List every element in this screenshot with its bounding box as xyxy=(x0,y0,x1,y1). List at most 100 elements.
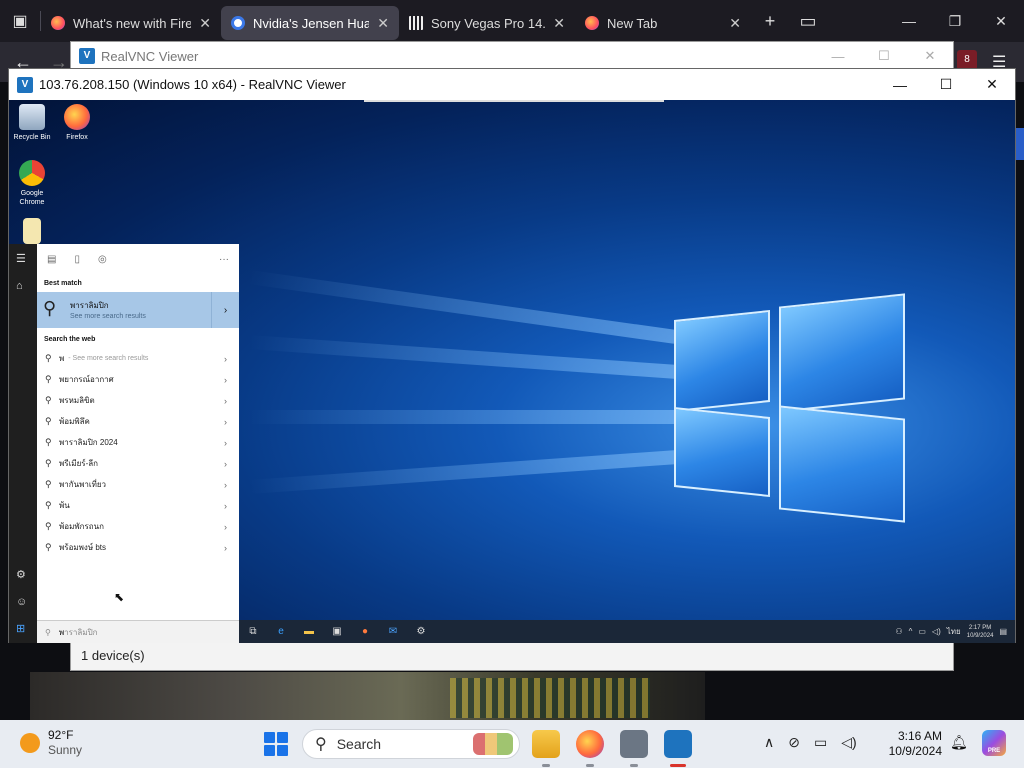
close-icon[interactable]: ✕ xyxy=(729,15,741,32)
mail-icon[interactable]: ✉ xyxy=(379,620,407,643)
system-clock[interactable]: 3:16 AM 10/9/2024 xyxy=(884,729,942,759)
weather-widget[interactable]: 92°F Sunny xyxy=(20,728,82,758)
language-icon[interactable]: ไทย xyxy=(947,625,961,638)
web-filter-icon[interactable]: ◎ xyxy=(98,254,107,265)
close-window-button[interactable]: ✕ xyxy=(978,0,1024,42)
restore-button[interactable]: ❐ xyxy=(932,0,978,42)
tab-nvidia[interactable]: Nvidia's Jensen Huang ✕ xyxy=(221,6,399,40)
display-icon[interactable]: ▭ xyxy=(814,734,827,751)
firefox-icon[interactable]: ● xyxy=(351,620,379,643)
list-item[interactable]: ⚲ พรีเมียร์-ลีก › xyxy=(37,453,239,474)
list-item[interactable]: ⚲ พ้น › xyxy=(37,495,239,516)
search-icon: ⚲ xyxy=(45,353,52,363)
notifications-icon[interactable]: ▤ xyxy=(999,627,1007,636)
tab-whats-new[interactable]: What's new with Firefox ✕ xyxy=(41,6,221,40)
search-icon: ⚲ xyxy=(45,458,52,468)
network-off-icon[interactable]: ⊘ xyxy=(788,734,800,751)
list-item[interactable]: ⚲ พร้อมพงษ์ bts › xyxy=(37,537,239,558)
windows-logo-pane xyxy=(674,406,770,498)
list-item[interactable]: ⚲ พ้อมพิลึค › xyxy=(37,411,239,432)
search-icon: ⚲ xyxy=(45,521,52,531)
home-icon[interactable]: ⌂ xyxy=(16,280,23,292)
list-item[interactable]: ⚲ พ้อมพักรถนก › xyxy=(37,516,239,537)
chevron-up-icon[interactable]: ^ xyxy=(909,627,913,636)
copilot-icon[interactable]: PRE xyxy=(982,730,1006,756)
close-icon[interactable]: ✕ xyxy=(199,15,211,32)
people-icon[interactable]: ⚇ xyxy=(895,627,902,636)
chevron-up-icon[interactable]: ∧ xyxy=(764,734,774,751)
file-explorer-taskbar-icon[interactable] xyxy=(532,730,560,758)
close-button[interactable]: ✕ xyxy=(969,69,1015,100)
user-icon[interactable]: ☺ xyxy=(16,596,27,608)
window-titlebar[interactable]: V 103.76.208.150 (Windows 10 x64) - Real… xyxy=(9,69,1015,100)
chevron-right-icon: › xyxy=(224,542,227,553)
settings-icon[interactable]: ⚙ xyxy=(16,568,26,581)
more-options-icon[interactable]: ··· xyxy=(219,254,229,265)
maximize-button[interactable]: ☐ xyxy=(923,69,969,100)
best-match-item[interactable]: ⚲ พาราลิมปิก See more search results › xyxy=(37,292,239,328)
tab-new-tab[interactable]: New Tab ✕ xyxy=(575,6,751,40)
windows-search-panel: ▤ ▯ ◎ ··· Best match ⚲ พาราลิมปิก See mo… xyxy=(37,244,239,620)
windows-logo-pane xyxy=(674,309,770,413)
notification-bell-icon[interactable]: 🔔︎ xyxy=(950,734,968,751)
network-icon[interactable]: ▭ xyxy=(918,627,926,636)
minimize-button[interactable]: — xyxy=(886,0,932,42)
desktop-icon-recycle-bin[interactable]: Recycle Bin xyxy=(9,104,55,142)
realvnc-viewer-taskbar-icon[interactable] xyxy=(664,730,692,758)
documents-filter-icon[interactable]: ▯ xyxy=(74,254,80,265)
device-count: 1 device(s) xyxy=(81,647,145,663)
list-item[interactable]: ⚲ พยากรณ์อากาศ › xyxy=(37,369,239,390)
tab-sony-vegas[interactable]: Sony Vegas Pro 14.0 Bui ✕ xyxy=(399,6,575,40)
file-explorer-icon[interactable]: ▬ xyxy=(295,620,323,643)
window-icon: ▭ xyxy=(799,10,817,31)
minimize-icon: — xyxy=(902,13,916,29)
list-all-tabs-button[interactable]: ▭ xyxy=(789,0,827,42)
edge-icon[interactable]: e xyxy=(267,620,295,643)
close-button[interactable]: ✕ xyxy=(907,42,953,70)
suggestion-text: พ้น xyxy=(59,501,70,510)
running-indicator xyxy=(542,764,550,767)
tab-label: Sony Vegas Pro 14.0 Bui xyxy=(431,15,545,31)
taskbar-search-box[interactable]: ⚲ พาราลิมปิก xyxy=(37,620,239,643)
firefox-taskbar-icon[interactable] xyxy=(576,730,604,758)
list-item[interactable]: ⚲ พาราลิมปิก 2024 › xyxy=(37,432,239,453)
desktop-icon-firefox[interactable]: Firefox xyxy=(54,104,100,142)
realvnc-server-taskbar-icon[interactable] xyxy=(620,730,648,758)
light-beam xyxy=(248,450,679,494)
volume-icon[interactable]: ◁) xyxy=(841,734,856,751)
remote-desktop[interactable]: Recycle Bin Firefox Google Chrome ☰ ⌂ ⚙ … xyxy=(9,100,1015,643)
sun-icon xyxy=(20,733,40,753)
tab-overview-button[interactable]: ▣ xyxy=(0,0,40,42)
window-controls: — ☐ ✕ xyxy=(815,42,953,70)
remote-clock[interactable]: 2:17 PM 10/9/2024 xyxy=(967,624,994,640)
close-icon[interactable]: ✕ xyxy=(377,15,389,32)
desktop-icon-chrome[interactable]: Google Chrome xyxy=(9,160,55,207)
clock-date: 10/9/2024 xyxy=(888,744,942,758)
list-item[interactable]: ⚲ พากันพาเที่ยว › xyxy=(37,474,239,495)
minimize-button[interactable]: — xyxy=(877,69,923,100)
windows-start-icon[interactable]: ⊞ xyxy=(16,622,25,635)
host-search-bar[interactable]: ⚲ Search xyxy=(302,729,520,759)
apps-filter-icon[interactable]: ▤ xyxy=(47,254,56,265)
store-icon[interactable]: ▣ xyxy=(323,620,351,643)
list-item[interactable]: ⚲ พรหมลิขิต › xyxy=(37,390,239,411)
close-icon[interactable]: ✕ xyxy=(553,15,565,32)
suggestion-text: พร้อมพงษ์ bts xyxy=(59,543,106,552)
new-tab-button[interactable]: + xyxy=(751,0,789,42)
hamburger-icon[interactable]: ☰ xyxy=(16,252,26,265)
extension-badge[interactable]: 8 xyxy=(957,50,977,70)
library-icon xyxy=(409,16,423,30)
list-item[interactable]: ⚲ พ - See more search results › xyxy=(37,348,239,369)
start-button[interactable] xyxy=(264,732,288,756)
settings-icon[interactable]: ⚙ xyxy=(407,620,435,643)
suggestion-text: พ้อมพิลึค xyxy=(59,417,90,426)
search-input[interactable]: พาราลิมปิก xyxy=(59,626,98,639)
tab-overview-icon: ▣ xyxy=(12,13,28,30)
clock-date: 10/9/2024 xyxy=(966,632,994,639)
chevron-right-icon[interactable]: › xyxy=(211,292,239,328)
minimize-button[interactable]: — xyxy=(815,42,861,70)
task-view-icon[interactable]: ⧉ xyxy=(239,620,267,643)
desktop-icon-file[interactable] xyxy=(9,218,55,247)
volume-icon[interactable]: ◁) xyxy=(932,627,941,636)
maximize-button[interactable]: ☐ xyxy=(861,42,907,70)
